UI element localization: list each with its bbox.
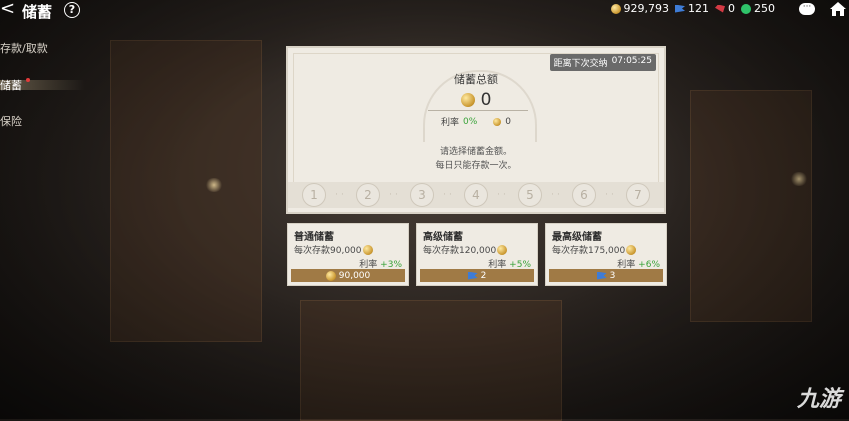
day-step: 3 xyxy=(410,183,434,207)
resource-value: 0 xyxy=(728,2,735,15)
sidebar-item-deposit-withdraw[interactable]: 存款/取款 xyxy=(0,40,48,56)
savings-option-premium[interactable]: 最高级储蓄 每次存款175,000 利率 +6% 3 xyxy=(545,223,667,286)
gold-coin-icon xyxy=(362,244,373,255)
help-button[interactable]: ? xyxy=(64,2,80,18)
resource-value: 121 xyxy=(688,2,709,15)
deposit-button-premium[interactable]: 3 xyxy=(549,269,663,282)
rate-label: 利率 xyxy=(440,118,459,128)
deposit-day-tracker: 1 ·· 2 ·· 3 ·· 4 ·· 5 ·· 6 ·· 7 xyxy=(288,182,664,208)
gold-coin-icon xyxy=(460,93,475,107)
step-separator: ·· xyxy=(335,190,347,200)
rate-value: 0% xyxy=(463,116,478,127)
step-separator: ·· xyxy=(443,190,455,200)
divider xyxy=(428,110,528,111)
back-button[interactable]: < xyxy=(0,0,15,20)
rate-coin-value: 0 xyxy=(505,116,512,127)
resource-value: 929,793 xyxy=(623,2,670,15)
resource-gold: 929,793 xyxy=(610,2,670,15)
savings-total: 0 xyxy=(288,90,664,110)
sidebar-item-insurance[interactable]: 保险 xyxy=(0,113,22,129)
gold-coin-icon xyxy=(325,270,336,281)
day-step: 5 xyxy=(518,183,542,207)
option-desc: 每次存款90,000 xyxy=(294,243,373,256)
green-gear-icon xyxy=(741,3,751,14)
step-separator: ·· xyxy=(497,190,509,200)
home-icon xyxy=(830,2,846,16)
blue-flag-icon xyxy=(675,4,685,13)
day-step: 1 xyxy=(302,183,326,207)
day-step: 4 xyxy=(464,183,488,207)
day-step: 6 xyxy=(572,183,596,207)
chat-button[interactable]: ··· xyxy=(799,3,815,15)
countdown-time: 07:05:25 xyxy=(611,56,652,66)
cost-value: 90,000 xyxy=(338,270,371,281)
hint-line-1: 请选择储蓄金额。 xyxy=(439,147,512,157)
interest-rate-row: 利率 0% 0 xyxy=(288,115,664,129)
deposit-button-advanced[interactable]: 2 xyxy=(420,269,534,282)
step-separator: ·· xyxy=(605,190,617,200)
resource-value: 250 xyxy=(754,2,775,15)
notification-dot xyxy=(26,78,30,82)
savings-panel: 距离下次交纳 07:05:25 储蓄总额 0 利率 0% 0 请选择储蓄金额。 … xyxy=(286,46,666,214)
cost-value: 3 xyxy=(609,270,616,281)
red-gem-icon xyxy=(715,4,725,13)
deposit-button-normal[interactable]: 90,000 xyxy=(291,269,405,282)
option-title: 最高级储蓄 xyxy=(552,232,602,243)
option-desc: 每次存款175,000 xyxy=(552,243,637,256)
savings-total-value: 0 xyxy=(480,90,492,110)
hint-line-2: 每日只能存款一次。 xyxy=(435,161,517,171)
day-step: 7 xyxy=(626,183,650,207)
home-button[interactable] xyxy=(829,1,847,17)
resource-flag: 121 xyxy=(675,2,709,15)
step-separator: ·· xyxy=(551,190,563,200)
cost-value: 2 xyxy=(480,270,487,281)
page-title: 储蓄 xyxy=(22,3,53,21)
savings-option-advanced[interactable]: 高级储蓄 每次存款120,000 利率 +5% 2 xyxy=(416,223,538,286)
resource-gear: 250 xyxy=(741,2,775,15)
sidebar-item-savings[interactable]: 储蓄 xyxy=(0,77,22,93)
gold-coin-icon xyxy=(493,117,502,126)
step-separator: ·· xyxy=(389,190,401,200)
blue-flag-icon xyxy=(467,271,478,280)
countdown-badge: 距离下次交纳 07:05:25 xyxy=(549,54,656,71)
option-desc: 每次存款120,000 xyxy=(423,243,508,256)
gold-coin-icon xyxy=(626,244,637,255)
option-title: 普通储蓄 xyxy=(294,232,334,243)
savings-option-normal[interactable]: 普通储蓄 每次存款90,000 利率 +3% 90,000 xyxy=(287,223,409,286)
resource-bar: 929,793 121 0 250 xyxy=(610,2,775,15)
resource-gem: 0 xyxy=(715,2,735,15)
watermark-logo: 九游 xyxy=(796,387,841,412)
gold-coin-icon xyxy=(610,3,621,14)
countdown-label: 距离下次交纳 xyxy=(553,59,608,69)
savings-total-title: 储蓄总额 xyxy=(454,73,498,86)
gold-coin-icon xyxy=(497,244,508,255)
option-title: 高级储蓄 xyxy=(423,232,463,243)
blue-flag-icon xyxy=(596,271,607,280)
top-bar: < 储蓄 ? 929,793 121 0 250 ··· xyxy=(0,0,849,22)
day-step: 2 xyxy=(356,183,380,207)
chat-bubble-icon: ··· xyxy=(802,2,812,12)
